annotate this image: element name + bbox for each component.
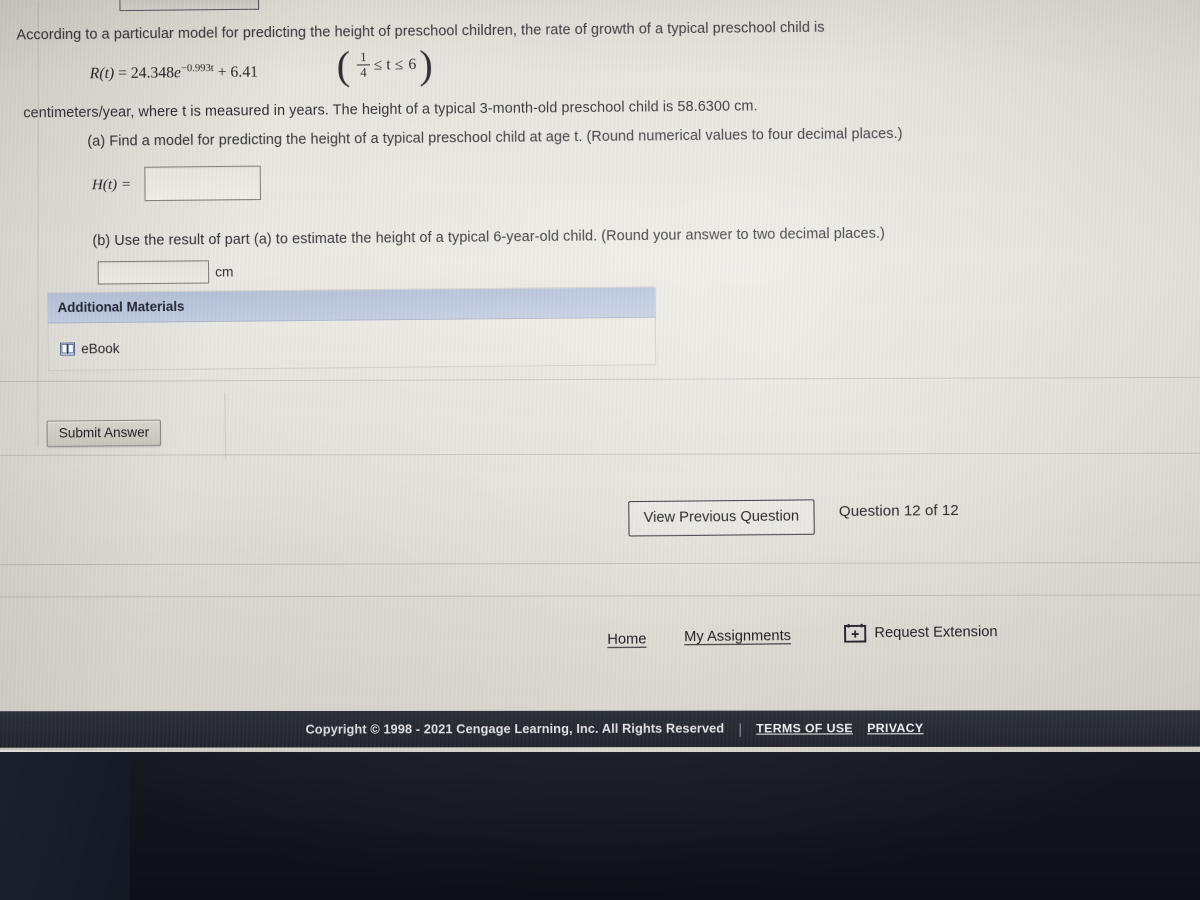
- divider-3: [0, 562, 1200, 566]
- domain-fraction: 1 4: [357, 50, 370, 80]
- formula-lhs: R(t): [89, 64, 115, 83]
- request-extension-link[interactable]: Request Extension: [843, 622, 998, 643]
- privacy-link[interactable]: PRIVACY: [867, 721, 923, 735]
- ebook-link[interactable]: eBook: [60, 341, 120, 357]
- additional-materials-title: Additional Materials: [57, 298, 185, 316]
- request-extension-label: Request Extension: [874, 623, 998, 641]
- view-previous-question-button[interactable]: View Previous Question: [628, 499, 815, 537]
- fraction-denominator: 4: [360, 65, 367, 80]
- question-counter: Question 12 of 12: [838, 501, 959, 521]
- browser-tab-partial[interactable]: [119, 0, 260, 12]
- laptop-screen: According to a particular model for pred…: [0, 0, 1200, 752]
- submit-answer-button[interactable]: Submit Answer: [46, 419, 162, 447]
- formula-exponent: −0.993t: [180, 62, 214, 75]
- divider-4: [0, 594, 1200, 598]
- webassign-question-page: According to a particular model for pred…: [0, 0, 1200, 752]
- divider-2: [0, 452, 1200, 456]
- part-a-answer-label: H(t) =: [91, 176, 132, 194]
- part-b-unit-label: cm: [215, 264, 234, 280]
- ebook-label: eBook: [81, 341, 120, 357]
- book-icon: [60, 342, 76, 356]
- domain-rel-left: ≤: [373, 56, 383, 74]
- question-statement-line-3: centimeters/year, where t is measured in…: [23, 98, 758, 122]
- terms-of-use-link[interactable]: TERMS OF USE: [756, 721, 853, 735]
- additional-materials-header: Additional Materials: [47, 287, 656, 324]
- divider-1: [0, 376, 1200, 383]
- footer-link-my-assignments[interactable]: My Assignments: [684, 628, 791, 645]
- desk-background-left: [0, 752, 130, 900]
- formula-equals: =: [118, 64, 128, 83]
- domain-rel-right: ≤: [394, 56, 404, 74]
- domain-max: 6: [408, 55, 417, 74]
- copyright-bar: Copyright © 1998 - 2021 Cengage Learning…: [0, 710, 1200, 748]
- formula-plus-term: + 6.41: [217, 63, 259, 82]
- formula-domain: ( 1 4 ≤ t ≤ 6 ): [336, 42, 433, 88]
- submit-panel-border: [224, 392, 227, 460]
- footer-link-home[interactable]: Home: [607, 631, 646, 648]
- rate-formula: R(t) = 24.348e−0.993t + 6.41: [90, 62, 258, 83]
- part-b-answer-input[interactable]: [97, 260, 210, 285]
- calendar-plus-icon: [843, 623, 867, 643]
- formula-coefficient: 24.348: [130, 64, 175, 83]
- footer-separator: |: [737, 720, 742, 737]
- fraction-numerator: 1: [357, 50, 370, 66]
- part-a-answer-input[interactable]: [144, 165, 262, 202]
- domain-variable: t: [386, 56, 391, 74]
- laptop-bezel: hp: [0, 752, 1200, 900]
- copyright-text: Copyright © 1998 - 2021 Cengage Learning…: [305, 721, 724, 737]
- part-a-prompt: (a) Find a model for predicting the heig…: [87, 126, 903, 151]
- part-b-prompt: (b) Use the result of part (a) to estima…: [92, 225, 885, 250]
